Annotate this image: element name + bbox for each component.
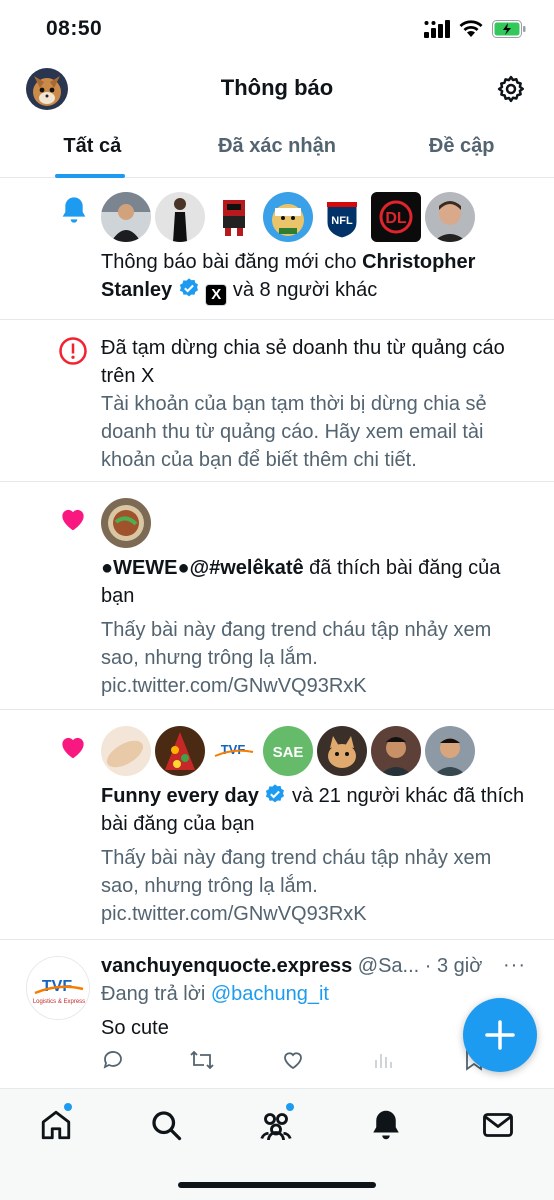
sae-label: SAE — [273, 744, 304, 761]
cellular-icon — [424, 20, 450, 38]
alert-title: Đã tạm dừng chia sẻ doanh thu từ quảng c… — [101, 337, 505, 387]
avatar[interactable] — [425, 726, 475, 776]
tweet-handle: @Sa... — [357, 955, 420, 977]
notification-text: Funny every day và 21 người khác đã thíc… — [101, 784, 525, 835]
tab-all[interactable]: Tất cả — [0, 118, 185, 178]
tweet-header: vanchuyenquocte.express @Sa... · 3 giờ — [101, 952, 528, 980]
avatar-row: NFL DL — [101, 192, 528, 242]
post-preview: Thấy bài này đang trend cháu tập nhảy xe… — [101, 847, 492, 925]
avatar-row — [101, 498, 528, 548]
avatar[interactable] — [101, 726, 151, 776]
bell-icon — [58, 194, 90, 231]
reply-icon[interactable] — [101, 1048, 125, 1077]
avatar[interactable] — [155, 726, 205, 776]
notification-feed: NFL DL Thông báo bài đăng mới cho Christ… — [0, 178, 554, 1092]
wifi-icon — [459, 20, 483, 37]
tweet-display-name[interactable]: vanchuyenquocte.express — [101, 955, 352, 977]
alert-body: Tài khoản của bạn tạm thời bị dừng chia … — [101, 393, 487, 471]
home-icon[interactable] — [38, 1103, 74, 1143]
tweet-avatar-subtext: Logistics & Express — [33, 999, 85, 1005]
notification-text: ●WEWE●@#welêkatê đã thích bài đăng của b… — [101, 557, 501, 607]
notification-new-posts[interactable]: NFL DL Thông báo bài đăng mới cho Christ… — [0, 178, 554, 320]
compose-plus-icon[interactable] — [463, 998, 537, 1072]
avatar[interactable] — [101, 192, 151, 242]
notification-tabs: Tất cả Đã xác nhận Đề cập — [0, 118, 554, 178]
notification-alert[interactable]: Đã tạm dừng chia sẻ doanh thu từ quảng c… — [0, 320, 554, 482]
nfl-label: NFL — [331, 215, 353, 227]
communities-icon[interactable] — [258, 1103, 294, 1143]
tweet-time: · 3 giờ — [424, 955, 483, 977]
tab-verified[interactable]: Đã xác nhận — [185, 118, 370, 177]
avatar-row: TVF SAE — [101, 726, 528, 776]
avatar[interactable] — [209, 192, 259, 242]
dl-label: DL — [385, 210, 407, 227]
notification-like[interactable]: ●WEWE●@#welêkatê đã thích bài đăng của b… — [0, 482, 554, 710]
notification-text: Thông báo bài đăng mới cho Christopher S… — [101, 248, 528, 306]
avatar[interactable] — [155, 192, 205, 242]
avatar[interactable]: SAE — [263, 726, 313, 776]
tab-mentions[interactable]: Đề cập — [369, 118, 554, 177]
views-icon[interactable] — [371, 1048, 395, 1077]
status-icons — [424, 20, 526, 38]
avatar[interactable]: NFL — [317, 192, 367, 242]
replying-to-link[interactable]: @bachung_it — [211, 983, 329, 1005]
messages-icon[interactable] — [480, 1107, 516, 1143]
x-logo-icon: X — [205, 284, 228, 306]
settings-gear-icon[interactable] — [496, 74, 526, 104]
status-bar: 08:50 — [0, 0, 554, 60]
post-preview: Thấy bài này đang trend cháu tập nhảy xe… — [101, 619, 492, 697]
page-title: Thông báo — [220, 75, 334, 100]
tweet-avatar[interactable]: TVF Logistics & Express — [26, 956, 90, 1020]
header: Thông báo — [0, 60, 554, 118]
alert-circle-icon — [58, 336, 88, 371]
avatar[interactable]: TVF — [209, 726, 259, 776]
avatar[interactable] — [425, 192, 475, 242]
avatar[interactable] — [101, 498, 151, 548]
avatar[interactable] — [263, 192, 313, 242]
avatar[interactable] — [317, 726, 367, 776]
heart-icon — [58, 732, 88, 767]
verified-badge-icon — [179, 278, 198, 297]
notifications-icon[interactable] — [368, 1107, 404, 1143]
tvf-logo-text: TVF — [221, 742, 246, 757]
status-time: 08:50 — [46, 17, 103, 40]
avatar[interactable] — [371, 726, 421, 776]
more-options-icon[interactable]: ··· — [503, 954, 526, 977]
battery-icon — [492, 20, 526, 38]
home-indicator — [178, 1182, 376, 1188]
avatar[interactable]: DL — [371, 192, 421, 242]
notification-like[interactable]: TVF SAE Funny every day và 21 người khác… — [0, 710, 554, 940]
search-icon[interactable] — [148, 1107, 184, 1143]
heart-icon — [58, 504, 88, 539]
repost-icon[interactable] — [189, 1048, 215, 1077]
like-icon[interactable] — [281, 1048, 305, 1077]
verified-badge-icon — [266, 784, 285, 803]
